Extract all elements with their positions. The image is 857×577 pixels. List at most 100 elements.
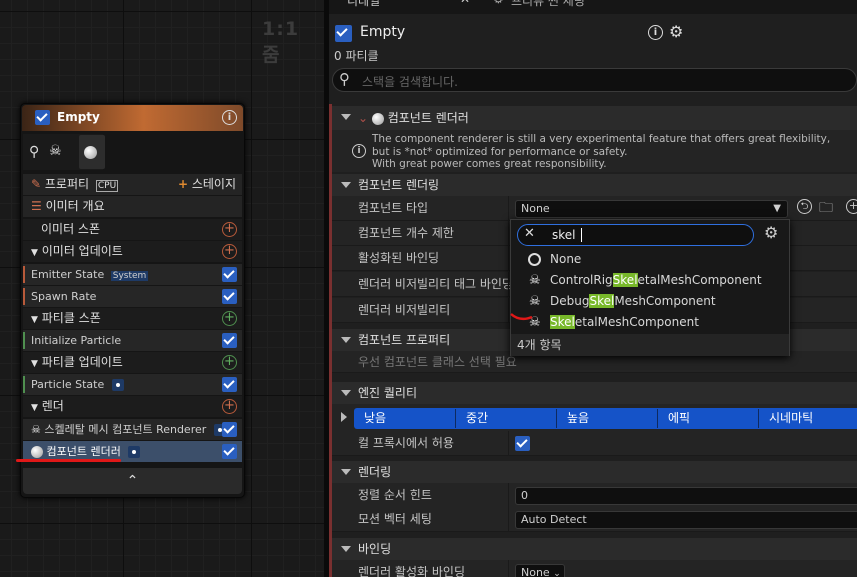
dot-badge-icon xyxy=(128,446,141,458)
allow-culling-checkbox[interactable] xyxy=(515,436,530,451)
collapse-arrow-icon[interactable]: ▼ xyxy=(31,248,38,258)
add-renderer-icon[interactable]: + xyxy=(222,399,237,414)
skeletal-renderer-row[interactable]: ☠ 스켈레탈 메시 컴포넌트 Renderer xyxy=(23,419,242,440)
pencil-icon: ✎ xyxy=(31,177,42,191)
emitter-enabled-checkbox[interactable] xyxy=(35,110,50,125)
red-annotation-line xyxy=(16,459,121,462)
renderer-header[interactable]: ⌄ 컴포넌트 렌더러 xyxy=(332,106,857,130)
quality-medium[interactable]: 중간 xyxy=(456,409,557,428)
binding-dropdown[interactable]: None ⌄ xyxy=(515,564,565,577)
dropdown-value: None xyxy=(521,566,550,577)
enabled-binding-label: 활성화된 바인딩 xyxy=(358,251,440,265)
renderer-header-label: 컴포넌트 렌더러 xyxy=(387,111,469,125)
info-line: but is *not* optimized for performance o… xyxy=(372,145,628,158)
emitter-spawn-row[interactable]: 이미터 스폰 + xyxy=(23,219,242,240)
component-renderer-tab[interactable] xyxy=(79,135,105,169)
cpu-badge: CPU xyxy=(95,180,119,192)
module-enabled-checkbox[interactable] xyxy=(222,377,237,392)
quality-cinematic[interactable]: 시네마틱 xyxy=(759,409,857,428)
emitter-update-label: 이미터 업데이트 xyxy=(41,244,123,258)
none-circle-icon xyxy=(528,253,541,266)
render-label: 렌더 xyxy=(41,399,64,413)
emitter-title: Empty xyxy=(57,110,100,124)
option-text-post: etalMeshComponent xyxy=(574,315,699,329)
add-module-icon[interactable]: + xyxy=(222,244,237,259)
tab-preview-settings[interactable]: 프리뷰 씬 세팅 xyxy=(511,0,585,9)
properties-row[interactable]: ✎ 프로퍼티 CPU + 스테이지 xyxy=(23,174,242,195)
add-module-icon[interactable]: + xyxy=(222,311,237,326)
particle-update-row[interactable]: ▼ 파티클 업데이트 + xyxy=(23,352,242,373)
component-type-dropdown[interactable]: None ▼ xyxy=(515,200,788,218)
collapse-node-button[interactable]: ⌃ xyxy=(23,468,242,494)
emitter-state-row[interactable]: Emitter State System xyxy=(23,264,242,285)
tab-details[interactable]: 디테일 xyxy=(347,0,380,9)
option-text-post: MeshComponent xyxy=(614,294,716,308)
section-binding[interactable]: 바인딩 xyxy=(332,538,857,560)
section-renderer[interactable]: 컴포넌트 렌더링 xyxy=(332,174,857,196)
settings-gear-icon[interactable]: ⚙ xyxy=(669,22,683,41)
option-text-pre: ControlRig xyxy=(550,273,613,287)
particle-state-row[interactable]: Particle State xyxy=(23,374,242,395)
spawn-rate-row[interactable]: Spawn Rate xyxy=(23,286,242,307)
mesh-renderer-icon[interactable]: ⚲ xyxy=(29,144,39,160)
particle-spawn-row[interactable]: ▼ 파티클 스폰 + xyxy=(23,308,242,329)
option-text-highlight: Skel xyxy=(550,315,575,329)
sphere-icon xyxy=(84,146,97,159)
class-option-skeletal-mesh[interactable]: ☠ SkeletalMeshComponent xyxy=(511,312,789,333)
emitter-update-row[interactable]: ▼ 이미터 업데이트 + xyxy=(23,241,242,262)
renderer-enabled-checkbox[interactable] xyxy=(222,444,237,459)
collapse-arrow-icon[interactable]: ▼ xyxy=(31,359,38,369)
class-search-input[interactable]: ✕ skel xyxy=(517,224,754,246)
emitter-node[interactable]: Empty i ⚲ ☠ ✎ 프로퍼티 CPU + 스테이지 ☰ 이미터 개요 이… xyxy=(20,103,245,498)
search-placeholder: 스택을 검색합니다. xyxy=(362,75,458,89)
skeletal-renderer-label: 스켈레탈 메시 컴포넌트 Renderer xyxy=(44,423,207,436)
info-icon[interactable]: i xyxy=(222,110,237,125)
sort-hint-input[interactable]: 0 xyxy=(515,487,857,505)
class-option[interactable]: ☠ DebugSkelMeshComponent xyxy=(511,291,789,312)
renderer-enabled-checkbox[interactable] xyxy=(222,422,237,437)
browse-folder-icon[interactable]: 🗀 xyxy=(819,197,833,221)
emitter-node-header[interactable]: Empty i xyxy=(22,105,243,131)
module-enabled-checkbox[interactable] xyxy=(222,267,237,282)
property-row: 정렬 순서 힌트 0 xyxy=(332,483,857,508)
module-enabled-checkbox[interactable] xyxy=(222,289,237,304)
quality-low[interactable]: 낮음 xyxy=(354,409,456,428)
expand-arrow-icon[interactable] xyxy=(341,412,347,422)
section-label: 컴포넌트 렌더링 xyxy=(358,178,440,192)
section-rendering[interactable]: 렌더링 xyxy=(332,461,857,483)
emitter-summary-row[interactable]: ☰ 이미터 개요 xyxy=(23,196,242,217)
class-option-none[interactable]: None xyxy=(511,249,789,270)
clear-search-icon[interactable]: ✕ xyxy=(524,226,535,241)
quality-high[interactable]: 높음 xyxy=(557,409,658,428)
stage-color-bar xyxy=(23,332,25,349)
quality-epic[interactable]: 에픽 xyxy=(658,409,759,428)
collapse-arrow-icon[interactable]: ▼ xyxy=(31,315,38,325)
info-icon[interactable]: i xyxy=(648,25,663,40)
info-icon: i xyxy=(352,144,366,158)
module-enabled-checkbox[interactable] xyxy=(222,333,237,348)
render-row[interactable]: ▼ 렌더 + xyxy=(23,396,242,417)
section-label: 엔진 퀄리티 xyxy=(358,386,418,400)
search-input[interactable]: ⚲ 스택을 검색합니다. xyxy=(332,68,857,92)
emitter-enabled-checkbox[interactable] xyxy=(335,25,352,42)
emitter-summary-label: 이미터 개요 xyxy=(45,199,105,213)
section-label: 바인딩 xyxy=(358,542,392,556)
close-icon[interactable]: ✕ xyxy=(460,0,470,6)
add-icon[interactable]: + xyxy=(846,199,857,214)
skeleton-icon[interactable]: ☠ xyxy=(49,143,62,159)
class-option[interactable]: ☠ ControlRigSkeletalMeshComponent xyxy=(511,270,789,291)
motion-vector-dropdown[interactable]: Auto Detect xyxy=(515,511,857,529)
use-selected-icon[interactable]: ⮌ xyxy=(797,199,812,214)
property-row: 렌더러 활성화 바인딩 None ⌄ xyxy=(332,560,857,577)
dropdown-value: None xyxy=(521,202,550,215)
add-stage-button[interactable]: + 스테이지 xyxy=(178,174,236,195)
add-module-icon[interactable]: + xyxy=(222,222,237,237)
section-label: 컴포넌트 프로퍼티 xyxy=(358,333,451,347)
add-module-icon[interactable]: + xyxy=(222,355,237,370)
collapse-arrow-icon[interactable]: ▼ xyxy=(31,403,38,413)
picker-settings-gear-icon[interactable]: ⚙ xyxy=(764,223,778,242)
option-text: None xyxy=(550,252,582,266)
quality-selector[interactable]: 낮음 중간 높음 에픽 시네마틱 xyxy=(354,408,857,429)
initialize-particle-row[interactable]: Initialize Particle xyxy=(23,330,242,351)
section-quality[interactable]: 엔진 퀄리티 xyxy=(332,382,857,404)
